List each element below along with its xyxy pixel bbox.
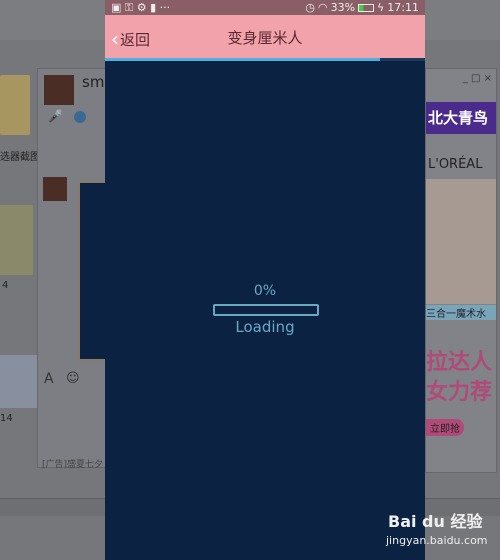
ad-line1: 拉达人 xyxy=(426,350,493,375)
ad-brand: L'ORÉAL xyxy=(428,157,483,172)
ad-product: 三合一魔术水 xyxy=(426,305,496,320)
image-message[interactable] xyxy=(78,181,108,361)
avatar xyxy=(43,177,67,201)
ad-image xyxy=(426,179,496,304)
loading-percent: 0% xyxy=(253,283,277,299)
ad-headline: 北大青鸟 xyxy=(426,102,496,134)
battery-icon xyxy=(358,3,375,12)
app-header: ‹ 返回 变身厘米人 xyxy=(105,15,425,59)
notification-icons: ▣ ⚿ ⚙ ▮ ··· xyxy=(111,0,171,14)
wifi-icon: ◠ xyxy=(317,1,328,14)
window-controls[interactable]: _ □ × xyxy=(463,73,492,84)
charging-icon: ϟ xyxy=(377,1,385,14)
page-load-progress xyxy=(105,58,425,61)
loading-progress-bar xyxy=(213,304,319,316)
font-icon[interactable]: A xyxy=(44,371,54,387)
battery-percent: 33% xyxy=(330,1,356,14)
ad-window: _ □ × 北大青鸟 L'ORÉAL 三合一魔术水 拉达人 女力荐 立即抢 xyxy=(425,68,497,473)
baidu-watermark-logo: Bai du 经验 xyxy=(388,512,483,531)
ad-cta-button[interactable]: 立即抢 xyxy=(426,419,464,436)
clock: 17:11 xyxy=(387,1,419,14)
chat-ad-text[interactable]: [广告]盛夏七夕 xyxy=(42,457,103,470)
webcam-icon[interactable] xyxy=(74,111,86,123)
avatar xyxy=(44,75,74,105)
page-load-progress-fill xyxy=(105,58,381,61)
desktop-label: 4 xyxy=(2,280,9,291)
emoji-icon[interactable]: ☺ xyxy=(66,371,80,386)
folder-icon[interactable] xyxy=(0,75,30,135)
phone-screen: ▣ ⚿ ⚙ ▮ ··· ◷ ◠ 33% ϟ 17:11 ‹ 返回 变身厘米人 0… xyxy=(105,0,425,560)
microphone-icon[interactable]: 🎤 xyxy=(48,109,63,123)
page-title: 变身厘米人 xyxy=(227,29,303,47)
chat-window: smi 🎤 A ☺ [广告]盛夏七夕 xyxy=(37,68,109,470)
desktop-label: 选器截图 xyxy=(0,152,40,163)
ad-line2: 女力荐 xyxy=(426,380,493,405)
desktop-label: 14 xyxy=(0,413,13,424)
desktop-thumbnail[interactable] xyxy=(0,355,37,408)
baidu-watermark-url: jingyan.baidu.com xyxy=(386,534,488,547)
loading-label: Loading xyxy=(235,318,295,336)
status-bar: ▣ ⚿ ⚙ ▮ ··· ◷ ◠ 33% ϟ 17:11 xyxy=(105,0,425,15)
desktop-thumbnail[interactable] xyxy=(0,205,33,275)
alarm-icon: ◷ xyxy=(305,1,315,14)
